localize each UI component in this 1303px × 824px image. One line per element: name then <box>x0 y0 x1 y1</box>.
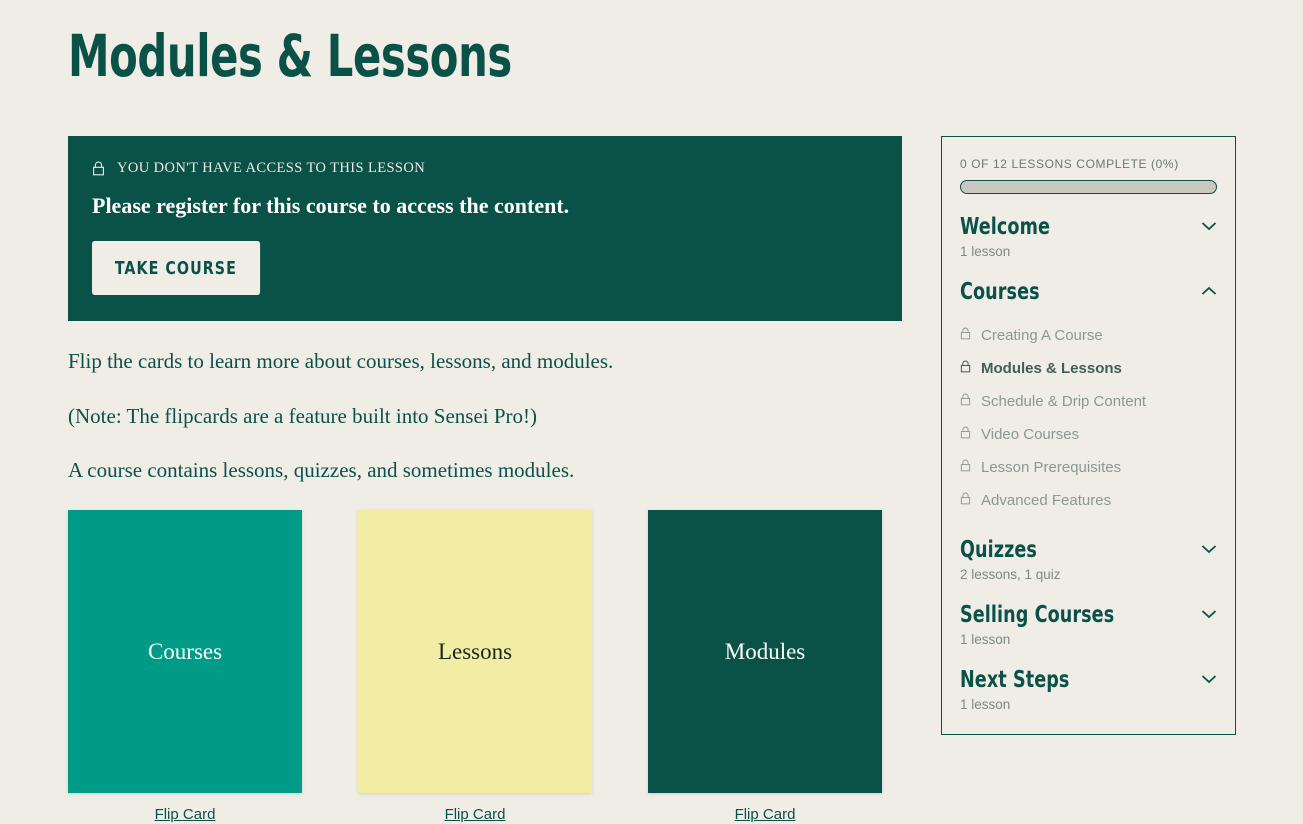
flip-card-link-row: Flip Card <box>68 806 302 824</box>
sidebar-module-name: Courses <box>960 279 1040 305</box>
flip-card-title: Courses <box>147 639 223 665</box>
lock-icon <box>960 393 971 411</box>
sidebar-module-header[interactable]: Courses <box>960 279 1217 305</box>
sidebar-lesson-label: Advanced Features <box>981 492 1112 509</box>
lesson-body-copy: Flip the cards to learn more about cours… <box>68 347 902 484</box>
flip-card-link-row: Flip Card <box>648 806 882 824</box>
lock-icon <box>960 459 971 477</box>
chevron-down-icon[interactable] <box>1201 671 1217 689</box>
sidebar-module-name: Next Steps <box>960 667 1070 693</box>
flip-card-link[interactable]: Flip Card <box>735 806 796 823</box>
course-navigation-sidebar: 0 OF 12 LESSONS COMPLETE (0%) Welcome 1 … <box>941 136 1236 735</box>
no-access-eyebrow: YOU DON'T HAVE ACCESS TO THIS LESSON <box>117 160 426 176</box>
lock-icon <box>960 359 971 378</box>
sidebar-module-name: Quizzes <box>960 537 1037 563</box>
paragraph-2: (Note: The flipcards are a feature built… <box>68 403 538 428</box>
main-content: YOU DON'T HAVE ACCESS TO THIS LESSON Ple… <box>68 136 902 824</box>
sidebar-module-meta: 1 lesson <box>960 632 1011 647</box>
sidebar-lesson-lesson-prerequisites[interactable]: Lesson Prerequisites <box>960 451 1217 484</box>
lock-icon <box>960 327 971 345</box>
sidebar-lesson-schedule-drip-content[interactable]: Schedule & Drip Content <box>960 385 1217 418</box>
sidebar-lesson-label: Lesson Prerequisites <box>981 459 1122 476</box>
chevron-up-icon[interactable] <box>1201 283 1217 301</box>
sidebar-module-selling-courses: Selling Courses 1 lesson <box>960 602 1217 647</box>
flip-card-title: Lessons <box>437 639 513 665</box>
lock-icon <box>960 492 971 510</box>
chevron-down-icon[interactable] <box>1201 606 1217 624</box>
progress-label: 0 OF 12 LESSONS COMPLETE (0%) <box>960 157 1179 171</box>
paragraph-1: Flip the cards to learn more about cours… <box>68 349 614 374</box>
sidebar-lesson-label: Creating A Course <box>981 327 1103 344</box>
no-access-banner: YOU DON'T HAVE ACCESS TO THIS LESSON Ple… <box>68 136 902 322</box>
page-root: Modules & Lessons YOU DON'T HAVE ACCESS … <box>0 0 1303 823</box>
chevron-down-icon[interactable] <box>1201 541 1217 559</box>
flip-card-face-courses[interactable]: Courses <box>68 510 302 794</box>
sidebar-lesson-modules-and-lessons[interactable]: Modules & Lessons <box>960 352 1217 385</box>
flip-card-modules: Modules Flip Card <box>648 510 882 824</box>
flip-card-face-lessons[interactable]: Lessons <box>358 510 592 794</box>
sidebar-module-meta: 1 lesson <box>960 697 1011 712</box>
flip-card-courses: Courses Flip Card <box>68 510 302 824</box>
sidebar-module-welcome: Welcome 1 lesson <box>960 214 1217 259</box>
paragraph-3: A course contains lessons, quizzes, and … <box>68 458 575 483</box>
sidebar-lesson-list: Creating A Course Modules & Lessons Sche… <box>960 319 1217 517</box>
sidebar-module-courses: Courses Creating A Course Modules & Less <box>960 279 1217 517</box>
flip-card-link-row: Flip Card <box>358 806 592 824</box>
chevron-down-icon[interactable] <box>1201 218 1217 236</box>
sidebar-module-meta: 2 lessons, 1 quiz <box>960 567 1061 582</box>
sidebar-module-name: Selling Courses <box>960 602 1115 628</box>
sidebar-lesson-label: Video Courses <box>981 426 1080 443</box>
sidebar-lesson-label: Modules & Lessons <box>981 360 1122 377</box>
flip-card-face-modules[interactable]: Modules <box>648 510 882 794</box>
flip-card-link[interactable]: Flip Card <box>445 806 506 823</box>
sidebar-module-header[interactable]: Selling Courses <box>960 602 1217 628</box>
take-course-button[interactable]: TAKE COURSE <box>92 241 260 296</box>
flip-card-lessons: Lessons Flip Card <box>358 510 592 824</box>
sidebar-module-name: Welcome <box>960 214 1051 240</box>
sidebar-module-next-steps: Next Steps 1 lesson <box>960 667 1217 712</box>
flip-card-link[interactable]: Flip Card <box>155 806 216 823</box>
progress-bar <box>960 180 1217 194</box>
sidebar-lesson-video-courses[interactable]: Video Courses <box>960 418 1217 451</box>
sidebar-module-header[interactable]: Welcome <box>960 214 1217 240</box>
sidebar-module-quizzes: Quizzes 2 lessons, 1 quiz <box>960 537 1217 582</box>
flip-card-title: Modules <box>724 639 806 665</box>
no-access-banner-header: YOU DON'T HAVE ACCESS TO THIS LESSON <box>92 160 878 177</box>
flip-card-group: Courses Flip Card Lessons Flip Card Modu… <box>68 510 902 824</box>
lock-icon <box>92 161 105 176</box>
sidebar-module-meta: 1 lesson <box>960 244 1011 259</box>
sidebar-lesson-advanced-features[interactable]: Advanced Features <box>960 484 1217 517</box>
lock-icon <box>960 426 971 444</box>
no-access-heading: Please register for this course to acces… <box>92 193 570 218</box>
page-title: Modules & Lessons <box>68 22 512 90</box>
sidebar-module-header[interactable]: Quizzes <box>960 537 1217 563</box>
sidebar-lesson-creating-a-course[interactable]: Creating A Course <box>960 319 1217 352</box>
sidebar-module-header[interactable]: Next Steps <box>960 667 1217 693</box>
sidebar-lesson-label: Schedule & Drip Content <box>981 393 1147 410</box>
